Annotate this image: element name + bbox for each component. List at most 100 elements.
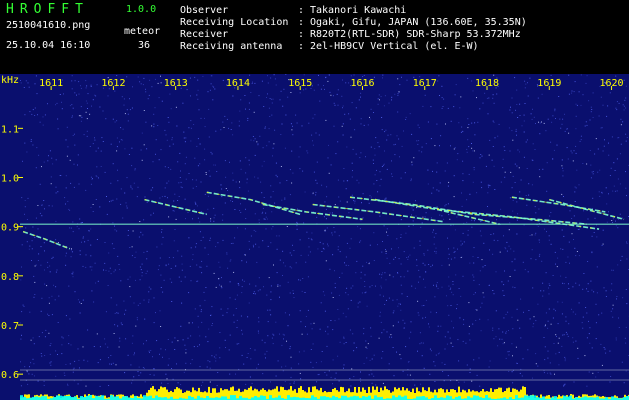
- noise-dot: [140, 269, 142, 271]
- noise-dot: [562, 175, 564, 177]
- noise-dot: [263, 197, 265, 198]
- level-bar: [228, 390, 230, 400]
- app-title: HROFFT: [6, 2, 89, 17]
- noise-dot: [331, 234, 333, 236]
- noise-dot: [473, 359, 475, 361]
- noise-dot: [475, 320, 477, 321]
- noise-dot: [403, 276, 405, 278]
- noise-dot: [199, 221, 201, 223]
- floor-bar: [221, 396, 224, 400]
- spectrogram-chart: 1611 1612 1613 1614 1615 1616 1617 1618 1619 1620…: [0, 74, 629, 400]
- noise-dot: [623, 79, 625, 81]
- noise-dot: [374, 148, 376, 150]
- noise-dot: [249, 283, 251, 285]
- noise-dot: [145, 273, 147, 274]
- noise-dot: [252, 136, 254, 137]
- noise-dot: [261, 165, 263, 167]
- noise-dot: [97, 280, 99, 282]
- noise-dot: [268, 128, 270, 130]
- noise-dot: [590, 177, 592, 179]
- noise-dot: [184, 163, 186, 165]
- noise-dot: [41, 215, 43, 217]
- noise-dot: [252, 81, 253, 83]
- noise-dot: [360, 152, 362, 154]
- noise-dot: [264, 342, 266, 344]
- noise-dot: [308, 246, 310, 248]
- noise-dot: [270, 98, 272, 100]
- noise-dot: [232, 179, 234, 181]
- noise-dot: [568, 241, 570, 243]
- noise-dot: [146, 201, 148, 203]
- floor-bar: [155, 395, 158, 400]
- noise-dot: [153, 126, 155, 128]
- floor-bar: [374, 395, 377, 400]
- noise-dot: [325, 260, 327, 262]
- noise-dot: [435, 251, 437, 253]
- noise-dot: [282, 105, 284, 107]
- noise-dot: [96, 333, 98, 335]
- noise-dot: [274, 78, 276, 80]
- noise-dot: [170, 108, 172, 110]
- noise-dot: [595, 138, 597, 140]
- noise-dot: [552, 158, 554, 160]
- noise-dot: [183, 137, 185, 139]
- noise-dot: [612, 316, 614, 318]
- noise-dot: [512, 139, 514, 141]
- noise-dot: [300, 254, 302, 256]
- noise-dot: [432, 187, 434, 189]
- noise-dot: [626, 241, 627, 243]
- noise-dot: [166, 378, 168, 380]
- noise-dot: [185, 218, 186, 220]
- noise-dot: [66, 155, 68, 157]
- noise-dot: [161, 382, 163, 384]
- noise-dot: [604, 348, 606, 350]
- noise-dot: [120, 139, 122, 140]
- noise-dot: [80, 222, 82, 224]
- noise-dot: [169, 145, 171, 147]
- noise-dot: [519, 115, 521, 116]
- noise-dot: [434, 250, 435, 252]
- noise-dot: [373, 260, 375, 261]
- noise-dot: [327, 326, 329, 328]
- noise-dot: [23, 305, 25, 307]
- noise-dot: [497, 345, 499, 347]
- noise-dot: [190, 247, 192, 249]
- info-label: Receiver: [180, 29, 229, 40]
- meteor-count: 36: [138, 40, 151, 51]
- noise-dot: [191, 359, 193, 361]
- noise-dot: [525, 195, 527, 196]
- noise-dot: [55, 104, 56, 106]
- noise-dot: [187, 337, 189, 339]
- noise-dot: [78, 93, 80, 95]
- noise-dot: [400, 237, 402, 238]
- noise-dot: [611, 136, 613, 138]
- noise-dot: [220, 308, 222, 310]
- noise-dot: [304, 292, 306, 293]
- noise-dot: [160, 149, 162, 151]
- noise-dot: [448, 276, 450, 278]
- noise-dot: [384, 198, 386, 200]
- noise-dot: [39, 121, 41, 123]
- noise-dot: [124, 372, 126, 374]
- noise-dot: [403, 327, 405, 329]
- noise-dot: [625, 289, 627, 290]
- noise-dot: [31, 248, 33, 250]
- noise-dot: [73, 133, 75, 135]
- noise-dot: [255, 243, 257, 245]
- noise-dot: [487, 192, 489, 194]
- noise-dot: [360, 240, 362, 242]
- noise-dot: [179, 152, 181, 154]
- noise-dot: [210, 220, 212, 222]
- noise-dot: [360, 271, 362, 273]
- noise-dot: [303, 89, 305, 91]
- noise-dot: [504, 247, 506, 249]
- noise-dot: [405, 346, 407, 348]
- noise-dot: [594, 217, 596, 219]
- noise-dot: [427, 183, 429, 185]
- noise-dot: [332, 329, 334, 331]
- noise-dot: [202, 236, 204, 238]
- noise-dot: [215, 164, 216, 166]
- y-tick-label: 0.6: [1, 370, 19, 381]
- noise-dot: [327, 80, 329, 82]
- noise-dot: [153, 374, 155, 376]
